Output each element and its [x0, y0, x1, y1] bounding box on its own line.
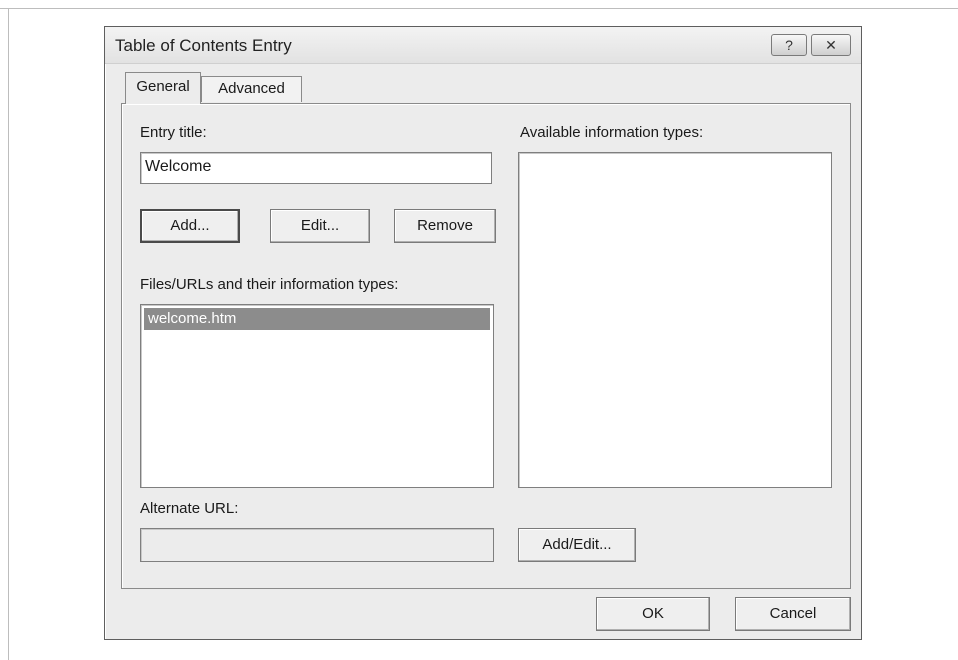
- edit-button[interactable]: Edit...: [270, 209, 370, 243]
- available-info-types-label: Available information types:: [520, 124, 704, 141]
- alternate-url-input[interactable]: [140, 528, 494, 562]
- help-button[interactable]: ?: [771, 34, 807, 56]
- tab-advanced[interactable]: Advanced: [201, 76, 302, 102]
- cancel-button[interactable]: Cancel: [735, 597, 851, 631]
- add-button[interactable]: Add...: [140, 209, 240, 243]
- help-icon: ?: [785, 37, 793, 53]
- ok-button[interactable]: OK: [596, 597, 710, 631]
- toc-entry-dialog: Table of Contents Entry ? ✕ General Adva…: [104, 26, 862, 640]
- close-icon: ✕: [825, 37, 837, 53]
- page-border-left: [8, 8, 9, 660]
- general-tab-panel: Entry title: Welcome Add... Edit... Remo…: [121, 103, 851, 589]
- entry-title-input[interactable]: Welcome: [140, 152, 492, 184]
- window-title: Table of Contents Entry: [115, 36, 292, 55]
- entry-title-label: Entry title:: [140, 124, 207, 141]
- add-edit-button[interactable]: Add/Edit...: [518, 528, 636, 562]
- close-button[interactable]: ✕: [811, 34, 851, 56]
- info-types-listbox[interactable]: [518, 152, 832, 488]
- tab-general[interactable]: General: [125, 72, 201, 104]
- files-urls-label: Files/URLs and their information types:: [140, 276, 399, 293]
- title-bar: Table of Contents Entry ? ✕: [105, 27, 861, 64]
- list-item[interactable]: welcome.htm: [144, 308, 490, 330]
- page-border-top: [0, 8, 958, 9]
- files-urls-listbox[interactable]: welcome.htm: [140, 304, 494, 488]
- remove-button[interactable]: Remove: [394, 209, 496, 243]
- alternate-url-label: Alternate URL:: [140, 500, 239, 517]
